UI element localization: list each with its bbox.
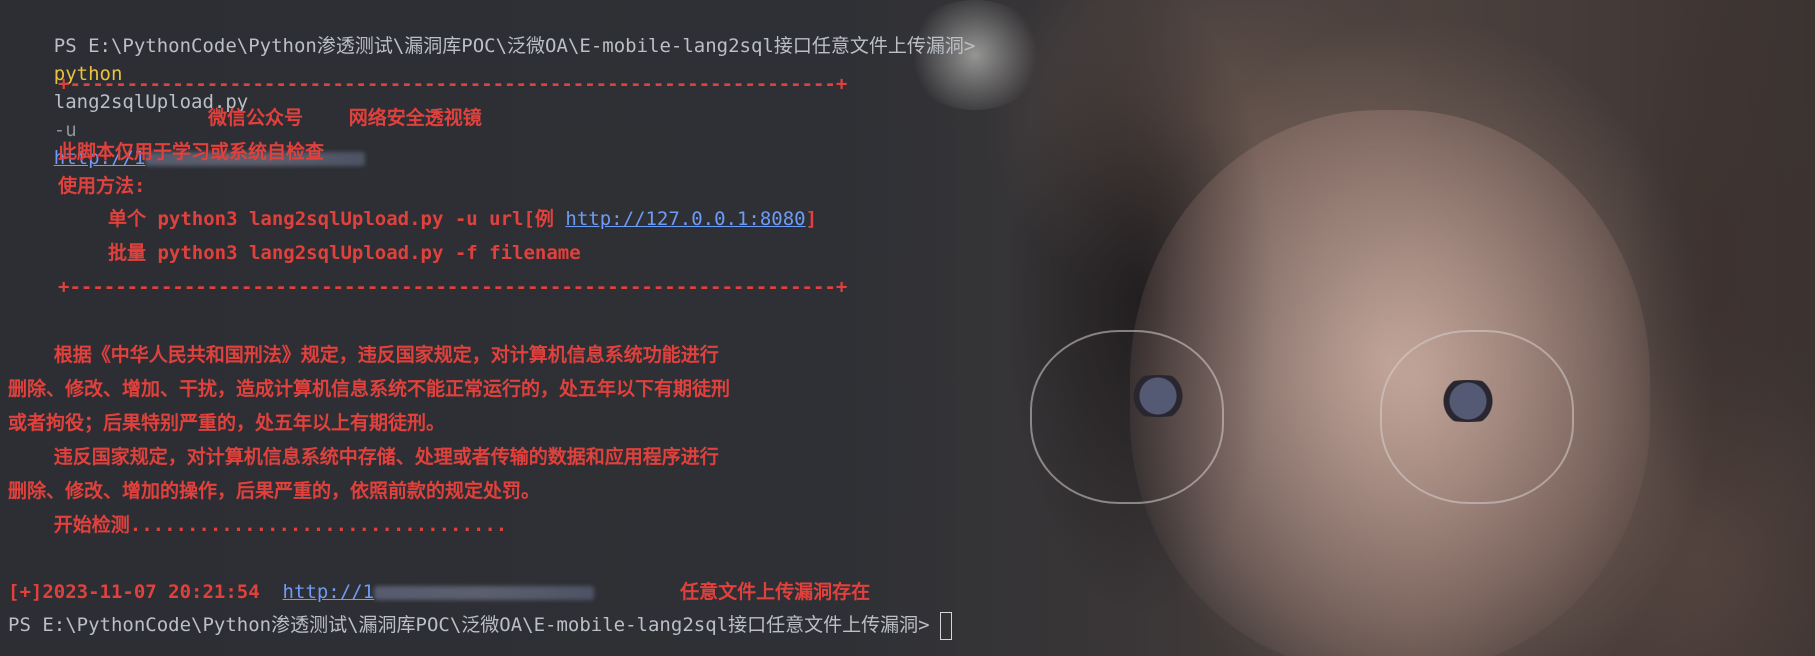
banner-disclaimer: 此脚本仅用于学习或系统自检查: [58, 141, 325, 163]
banner-usage-single: 单个 python3 lang2sqlUpload.py -u url[例 ht…: [108, 205, 817, 233]
legal-line: 删除、修改、增加的操作，后果严重的，依照前款的规定处罚。: [8, 480, 541, 502]
result-prefix: [+]2023-11-07 20:21:54: [8, 581, 283, 603]
legal-line: 或者拘役；后果特别严重的，处五年以上有期徒刑。: [8, 412, 446, 434]
legal-line: 删除、修改、增加、干扰，造成计算机信息系统不能正常运行的，处五年以下有期徒刑: [8, 378, 731, 400]
command-line: PS E:\PythonCode\Python渗透测试\漏洞库POC\泛微OA\…: [8, 4, 976, 169]
result-message: 任意文件上传漏洞存在: [680, 581, 871, 603]
redacted-url-blur: [374, 585, 595, 600]
banner-border-bottom: +---------------------------------------…: [58, 276, 848, 298]
result-url-link[interactable]: http://1: [283, 581, 375, 603]
terminal-output[interactable]: PS E:\PythonCode\Python渗透测试\漏洞库POC\泛微OA\…: [0, 0, 1815, 656]
usage-single-suffix: ]: [805, 208, 818, 230]
banner-usage-label: 使用方法:: [58, 175, 146, 197]
result-line: [+]2023-11-07 20:21:54 http://1 任意文件上传漏洞存…: [8, 578, 870, 606]
text-cursor: [939, 611, 952, 640]
usage-example-url-link[interactable]: http://127.0.0.1:8080: [565, 208, 805, 230]
banner-border-top: +---------------------------------------…: [58, 73, 848, 95]
banner-title: 微信公众号 网络安全透视镜: [208, 107, 482, 129]
usage-single-prefix: 单个 python3 lang2sqlUpload.py -u url[例: [108, 208, 566, 230]
legal-line: 违反国家规定，对计算机信息系统中存储、处理或者传输的数据和应用程序进行: [8, 446, 719, 468]
banner-usage-batch: 批量 python3 lang2sqlUpload.py -f filename: [108, 242, 581, 264]
final-prompt-line[interactable]: PS E:\PythonCode\Python渗透测试\漏洞库POC\泛微OA\…: [8, 611, 952, 640]
prompt-text: PS E:\PythonCode\Python渗透测试\漏洞库POC\泛微OA\…: [53, 35, 976, 57]
final-prompt-text: PS E:\PythonCode\Python渗透测试\漏洞库POC\泛微OA\…: [8, 614, 930, 636]
legal-line: 根据《中华人民共和国刑法》规定，违反国家规定，对计算机信息系统功能进行: [8, 344, 719, 366]
progress-line: 开始检测.................................: [8, 514, 508, 536]
